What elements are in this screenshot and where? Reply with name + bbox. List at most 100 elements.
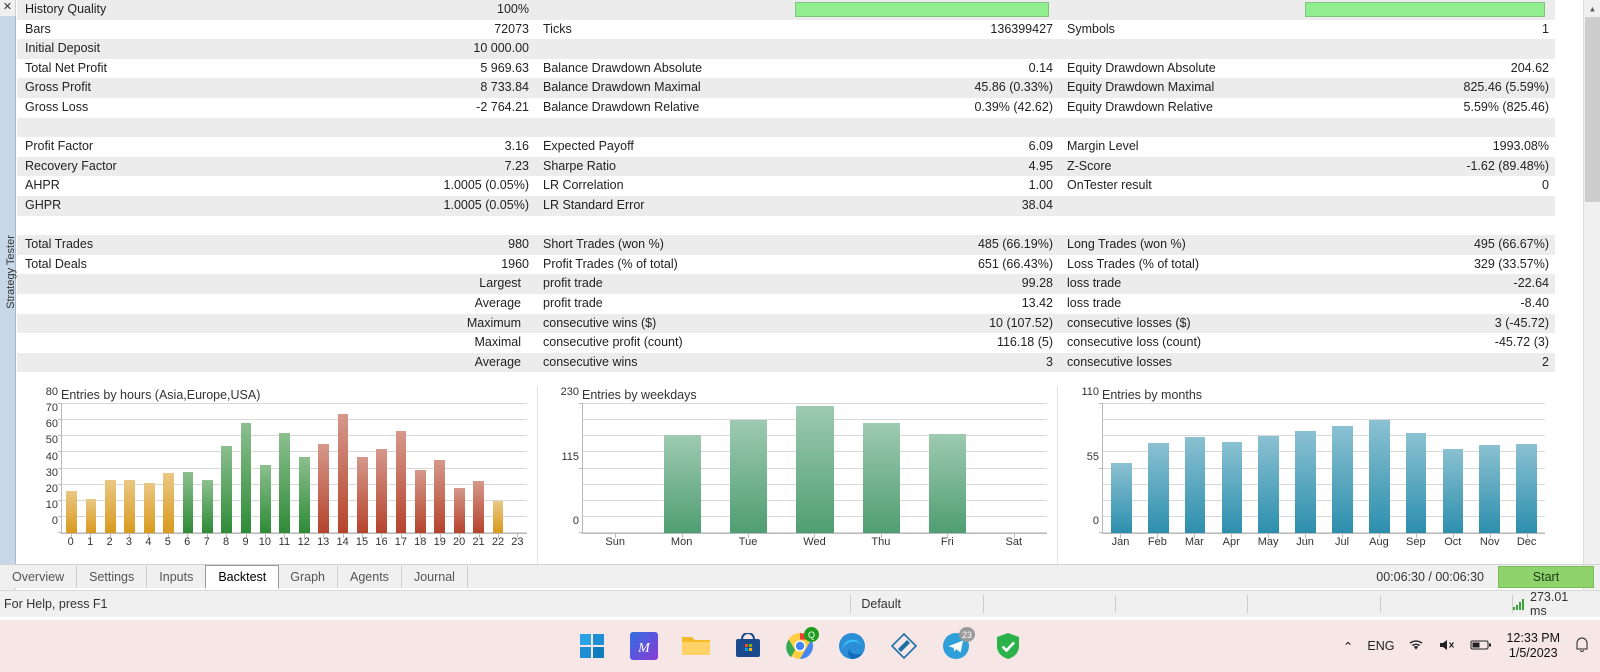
chart-bar[interactable] <box>1332 426 1353 533</box>
security-icon[interactable] <box>993 631 1023 661</box>
report-cell: Loss Trades (% of total) 329 (33.57%) <box>1059 255 1555 275</box>
report-scrollbar[interactable]: ▲ ▼ <box>1583 0 1600 592</box>
google-chrome-icon[interactable]: Q <box>785 627 819 661</box>
chart-bar[interactable] <box>796 405 834 533</box>
language-indicator[interactable]: ENG <box>1367 639 1394 653</box>
chart-bar[interactable] <box>434 460 446 533</box>
chart-y-tick-label: 230 <box>560 386 579 398</box>
chart-bar[interactable] <box>1184 436 1206 533</box>
chart-bar[interactable] <box>260 465 271 533</box>
tab-overview[interactable]: Overview <box>0 565 78 588</box>
sidebar-tab-strategy-tester[interactable]: Strategy Tester <box>0 16 17 576</box>
chart-bar[interactable] <box>337 413 349 533</box>
status-seg-4 <box>1379 595 1512 613</box>
start-windows-icon[interactable] <box>577 631 607 661</box>
chart-bar[interactable] <box>85 499 97 533</box>
chart-bar[interactable] <box>473 481 484 533</box>
report-cell-value: 10 (107.52) <box>989 315 1053 330</box>
battery-icon[interactable] <box>1470 639 1492 654</box>
chart-x-tick-label: Jul <box>1334 536 1350 548</box>
chart-x-tick-label: 3 <box>125 536 133 548</box>
report-cell: profit trade 13.42 <box>535 294 1059 314</box>
chart-bar[interactable] <box>1147 442 1169 533</box>
chart-bar[interactable] <box>163 473 174 533</box>
chart-bar[interactable] <box>1442 448 1464 533</box>
connection-status[interactable]: 273.01 ms <box>1512 590 1600 618</box>
microsoft-store-icon[interactable] <box>733 631 763 661</box>
chart-bar[interactable] <box>201 479 213 533</box>
chart-bar[interactable] <box>1405 433 1427 533</box>
chart-bar-slot <box>178 404 197 533</box>
report-cell-label: loss trade <box>1067 276 1122 291</box>
report-cell-value: 495 (66.67%) <box>1473 237 1549 252</box>
chart-bar[interactable] <box>124 479 136 533</box>
report-cell-value: 825.46 (5.59%) <box>1463 80 1549 95</box>
tab-inputs[interactable]: Inputs <box>147 565 207 588</box>
chart-bar[interactable] <box>1221 441 1243 533</box>
tab-graph[interactable]: Graph <box>278 565 339 588</box>
file-explorer-icon[interactable] <box>681 631 711 661</box>
chart-bar[interactable] <box>298 457 310 533</box>
chart-bar[interactable] <box>453 487 465 533</box>
chart-bar[interactable] <box>105 479 116 533</box>
tab-backtest[interactable]: Backtest <box>205 564 280 589</box>
scroll-up-arrow-icon[interactable]: ▲ <box>1584 0 1600 17</box>
chart-bar[interactable] <box>1295 430 1316 533</box>
chart-bar-slot <box>391 404 410 533</box>
chart-bar[interactable] <box>730 420 768 533</box>
chart-bar[interactable] <box>66 491 78 533</box>
notifications-icon[interactable] <box>1574 637 1590 656</box>
wifi-icon[interactable] <box>1408 638 1424 654</box>
chart-bar[interactable] <box>279 433 291 533</box>
editor-icon[interactable] <box>889 631 919 661</box>
chart-bar[interactable] <box>318 444 329 533</box>
report-cell-label: Equity Drawdown Relative <box>1067 99 1213 114</box>
chart-bar[interactable] <box>182 471 194 533</box>
chart-bar-slot <box>1434 404 1471 533</box>
chart-bar[interactable] <box>928 434 967 533</box>
report-cell-label <box>25 216 521 236</box>
show-hidden-icons-icon[interactable]: ⌃ <box>1343 639 1353 654</box>
chart-bar[interactable] <box>356 457 368 533</box>
scrollbar-thumb[interactable] <box>1585 17 1600 202</box>
chart-bar[interactable] <box>862 423 900 533</box>
chart-bar-slot <box>450 404 469 533</box>
tab-agents[interactable]: Agents <box>338 565 402 588</box>
taskbar-clock[interactable]: 12:33 PM 1/5/2023 <box>1506 631 1560 661</box>
chart-bar[interactable] <box>143 483 155 533</box>
chart-bar[interactable] <box>1111 462 1132 533</box>
report-cell-label: Profit Trades (% of total) <box>543 256 678 271</box>
chart-x-tick-label: 7 <box>203 536 210 548</box>
telegram-icon[interactable]: 23 <box>941 627 975 661</box>
close-icon[interactable]: ✕ <box>0 0 15 16</box>
chart-x-tick-label: 10 <box>258 536 272 548</box>
metatrader-icon[interactable]: M <box>629 631 659 661</box>
chart-bar[interactable] <box>1258 435 1280 533</box>
chart-bar-slot <box>62 404 81 533</box>
report-cell-label: consecutive wins <box>543 354 638 369</box>
chart-bar[interactable] <box>1479 445 1500 533</box>
chart-bar[interactable] <box>376 449 388 533</box>
tab-journal[interactable]: Journal <box>402 565 468 588</box>
chart-bar[interactable] <box>395 431 407 533</box>
chart-bar[interactable] <box>1516 443 1537 533</box>
report-cell-label: Sharpe Ratio <box>543 158 616 173</box>
report-cell: consecutive loss (count) -45.72 (3) <box>1059 333 1555 353</box>
report-cell-value: 116.18 (5) <box>996 335 1053 350</box>
report-cell <box>1059 0 1555 20</box>
status-profile[interactable]: Default <box>850 595 982 613</box>
microsoft-edge-icon[interactable] <box>837 631 867 661</box>
chart-bar[interactable] <box>492 500 504 533</box>
chart-bar-slot <box>120 404 139 533</box>
chart-bar[interactable] <box>663 434 701 533</box>
chart-bar[interactable] <box>415 470 426 533</box>
report-row: Total Net Profit 5 969.63 Balance Drawdown… <box>17 58 1555 79</box>
start-button[interactable]: Start <box>1498 565 1594 588</box>
chart-bar[interactable] <box>240 423 252 533</box>
chart-bar[interactable] <box>221 445 233 533</box>
report-cell-label <box>1067 118 1541 138</box>
chart-bar[interactable] <box>1368 420 1390 533</box>
tab-settings[interactable]: Settings <box>77 565 148 588</box>
volume-icon[interactable] <box>1438 638 1456 655</box>
report-row <box>17 117 1555 138</box>
